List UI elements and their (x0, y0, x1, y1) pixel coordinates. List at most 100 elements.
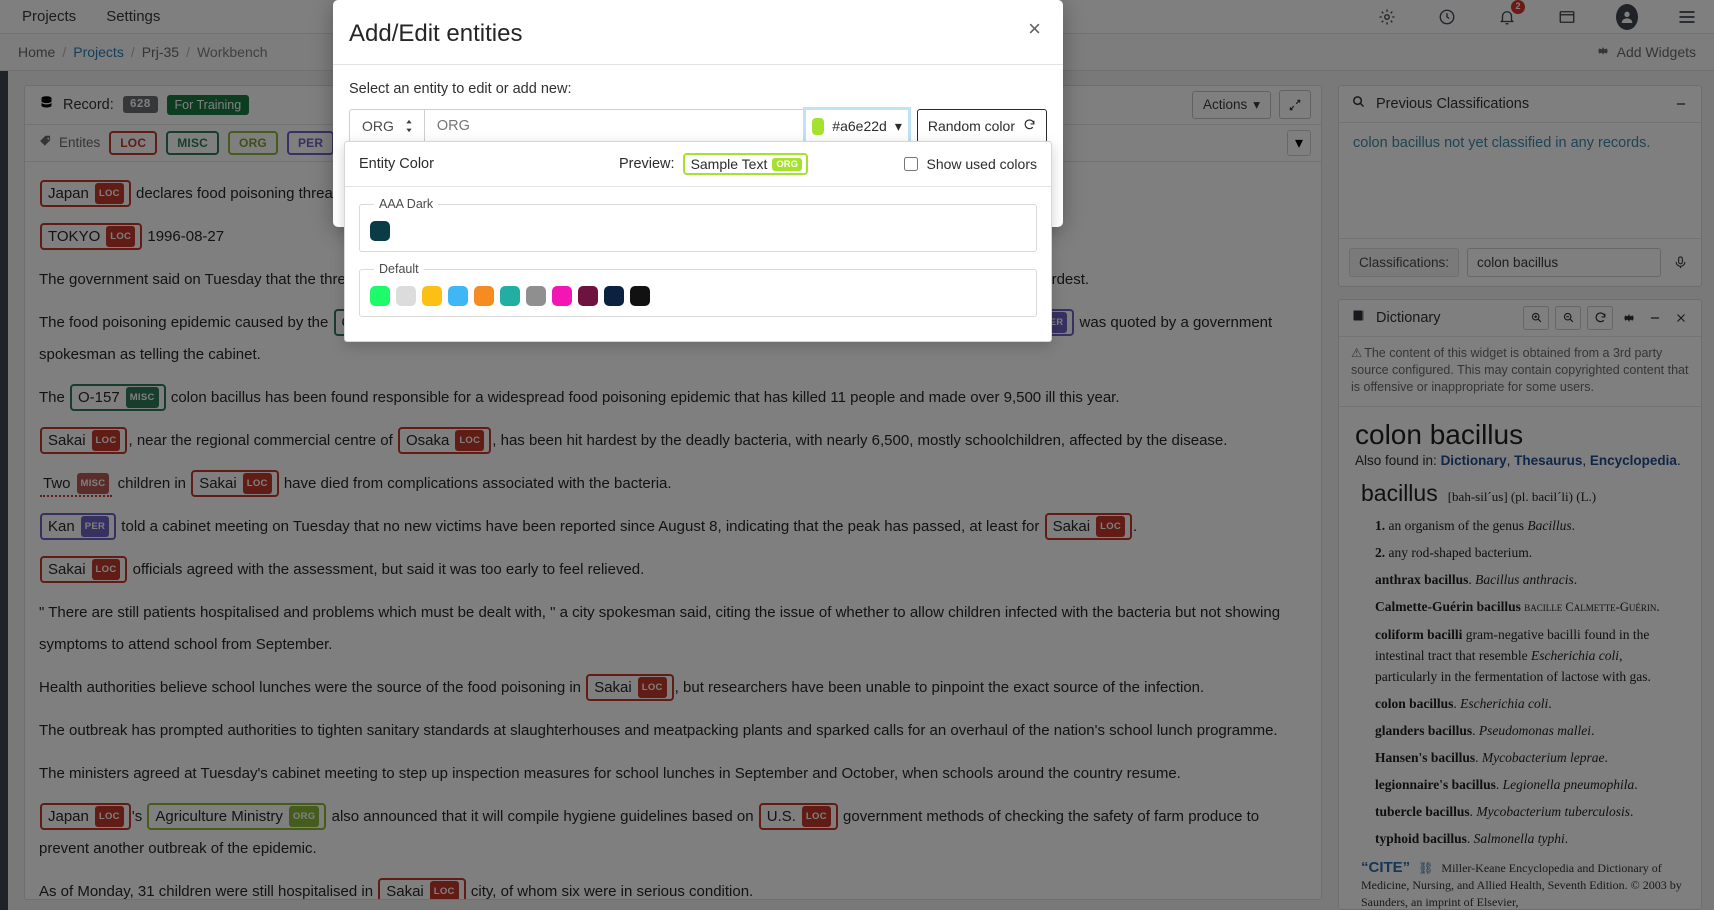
breadcrumb-separator: / (131, 44, 135, 60)
nav-link-settings[interactable]: Settings (106, 8, 160, 25)
breadcrumb-item-projects[interactable]: Projects (73, 44, 124, 60)
show-used-colors-checkbox[interactable] (904, 157, 918, 171)
link-icon[interactable]: ⛓ (1418, 861, 1433, 875)
entity-chip-loc[interactable]: LOC (109, 131, 157, 155)
left-rail (0, 71, 8, 910)
database-icon (39, 95, 54, 115)
breadcrumb-item-home[interactable]: Home (18, 44, 55, 60)
document-paragraph: The O-157MISC colon bacillus has been fo… (39, 382, 1303, 414)
color-swatch[interactable] (526, 286, 546, 306)
chevron-down-icon[interactable]: ▾ (1287, 130, 1311, 156)
avatar-icon[interactable] (1616, 6, 1638, 28)
classifications-input[interactable] (1467, 248, 1661, 277)
entity-annotation[interactable]: U.S. LOC (759, 803, 838, 830)
dictionary-entry-head: bacillus [bah-sil´us] (pl. bacil´li) (L.… (1355, 480, 1687, 507)
dictionary-citation: “CITE” ⛓ Miller-Keane Encyclopedia and D… (1355, 859, 1687, 909)
dictionary-widget: Dictionary (1338, 299, 1702, 910)
color-swatch[interactable] (604, 286, 624, 306)
color-swatch[interactable] (422, 286, 442, 306)
close-icon[interactable] (1671, 308, 1691, 328)
chevron-down-icon: ▾ (1253, 97, 1260, 113)
entity-annotation[interactable]: SakaiLOC (40, 427, 127, 454)
window-icon[interactable] (1556, 6, 1578, 28)
entity-kind-value: ORG (362, 118, 394, 134)
entity-annotation[interactable]: TwoMISC (40, 472, 112, 497)
color-swatch[interactable] (474, 286, 494, 306)
entity-kind-select[interactable]: ORG (349, 109, 424, 143)
hamburger-menu-icon[interactable] (1676, 6, 1698, 28)
entity-chip-misc[interactable]: MISC (166, 131, 219, 155)
dictionary-also-found: Also found in: Dictionary, Thesaurus, En… (1355, 453, 1687, 468)
entity-annotation[interactable]: OsakaLOC (398, 427, 491, 454)
dictionary-body: colon bacillus Also found in: Dictionary… (1339, 407, 1701, 909)
entity-annotation[interactable]: KanPER (40, 513, 116, 540)
also-found-link-encyclopedia[interactable]: Encyclopedia (1590, 453, 1677, 468)
breadcrumb-separator: / (62, 44, 66, 60)
entity-chip-org[interactable]: ORG (228, 131, 278, 155)
add-widgets-button[interactable]: Add Widgets (1596, 44, 1696, 61)
dictionary-actions (1523, 306, 1691, 330)
breadcrumb-item-workbench: Workbench (197, 44, 268, 60)
entity-toolbar-right: ▾ (1287, 130, 1311, 156)
entity-annotation[interactable]: SakaiLOC (1045, 513, 1132, 540)
color-group: AAA Dark (359, 197, 1037, 252)
bell-icon[interactable]: 2 (1496, 6, 1518, 28)
microphone-icon[interactable] (1669, 255, 1691, 270)
entity-annotation[interactable]: SakaiLOC (586, 674, 673, 701)
also-found-link-dictionary[interactable]: Dictionary (1441, 453, 1507, 468)
color-swatch[interactable] (630, 286, 650, 306)
color-swatch[interactable] (500, 286, 520, 306)
search-icon (1351, 94, 1366, 113)
color-swatch[interactable] (370, 286, 390, 306)
also-found-prefix: Also found in: (1355, 453, 1441, 468)
actions-dropdown-button[interactable]: Actions ▾ (1192, 91, 1271, 119)
entity-annotation[interactable]: SakaiLOC (40, 556, 127, 583)
zoom-out-icon[interactable] (1555, 306, 1581, 330)
dictionary-term: coliform bacilli gram-negative bacilli f… (1375, 624, 1687, 687)
dictionary-warning-text: The content of this widget is obtained f… (1351, 346, 1688, 394)
color-picker-button[interactable]: #a6e22d ▾ (805, 109, 909, 143)
color-swatch[interactable] (552, 286, 572, 306)
color-swatch[interactable] (448, 286, 468, 306)
expand-arrows-icon[interactable] (1279, 90, 1311, 119)
entity-annotation-tag: LOC (638, 677, 667, 698)
entity-annotation[interactable]: JapanLOC (40, 803, 131, 830)
entity-annotation[interactable]: TOKYOLOC (40, 223, 142, 250)
entity-annotation[interactable]: O-157MISC (70, 384, 166, 411)
random-color-button[interactable]: Random color (917, 109, 1047, 143)
refresh-icon[interactable] (1587, 306, 1613, 330)
also-found-link-thesaurus[interactable]: Thesaurus (1514, 453, 1582, 468)
entity-name-input[interactable] (424, 109, 805, 143)
show-used-colors-toggle[interactable]: Show used colors (904, 156, 1037, 172)
entity-annotation-tag: LOC (802, 806, 831, 827)
entity-annotation-tag: LOC (95, 183, 124, 204)
random-color-label: Random color (928, 118, 1015, 134)
classifications-footer: Classifications: (1339, 238, 1701, 286)
clock-icon[interactable] (1436, 6, 1458, 28)
minimize-icon[interactable] (1671, 94, 1691, 114)
breadcrumb-item-project[interactable]: Prj-35 (142, 44, 179, 60)
entity-annotation[interactable]: SakaiLOC (378, 878, 465, 899)
entity-annotation-text: Sakai (199, 474, 237, 493)
entity-annotation-text: O-157 (78, 388, 120, 407)
minimize-icon[interactable] (1645, 308, 1665, 328)
entity-annotation-tag: ORG (289, 806, 320, 827)
gear-icon[interactable] (1619, 308, 1639, 328)
entity-annotation[interactable]: SakaiLOC (191, 470, 278, 497)
nav-link-projects[interactable]: Projects (22, 8, 76, 25)
gear-icon[interactable] (1376, 6, 1398, 28)
dictionary-term: legionnaire's bacillus. Legionella pneum… (1375, 774, 1687, 795)
zoom-in-icon[interactable] (1523, 306, 1549, 330)
entity-chip-per[interactable]: PER (287, 131, 334, 155)
entity-annotation-text: Sakai (386, 882, 424, 899)
color-swatch[interactable] (578, 286, 598, 306)
color-swatch[interactable] (370, 221, 390, 241)
close-icon[interactable]: × (1028, 20, 1041, 38)
app-root: Projects Settings 2 (0, 0, 1714, 910)
entity-annotation-text: Two (43, 474, 71, 493)
entity-annotation[interactable]: JapanLOC (40, 180, 131, 207)
entity-annotation-text: U.S. (767, 807, 796, 826)
color-swatch[interactable] (396, 286, 416, 306)
citation-text: Miller-Keane Encyclopedia and Dictionary… (1361, 861, 1682, 909)
entity-annotation[interactable]: Agriculture MinistryORG (147, 803, 326, 830)
